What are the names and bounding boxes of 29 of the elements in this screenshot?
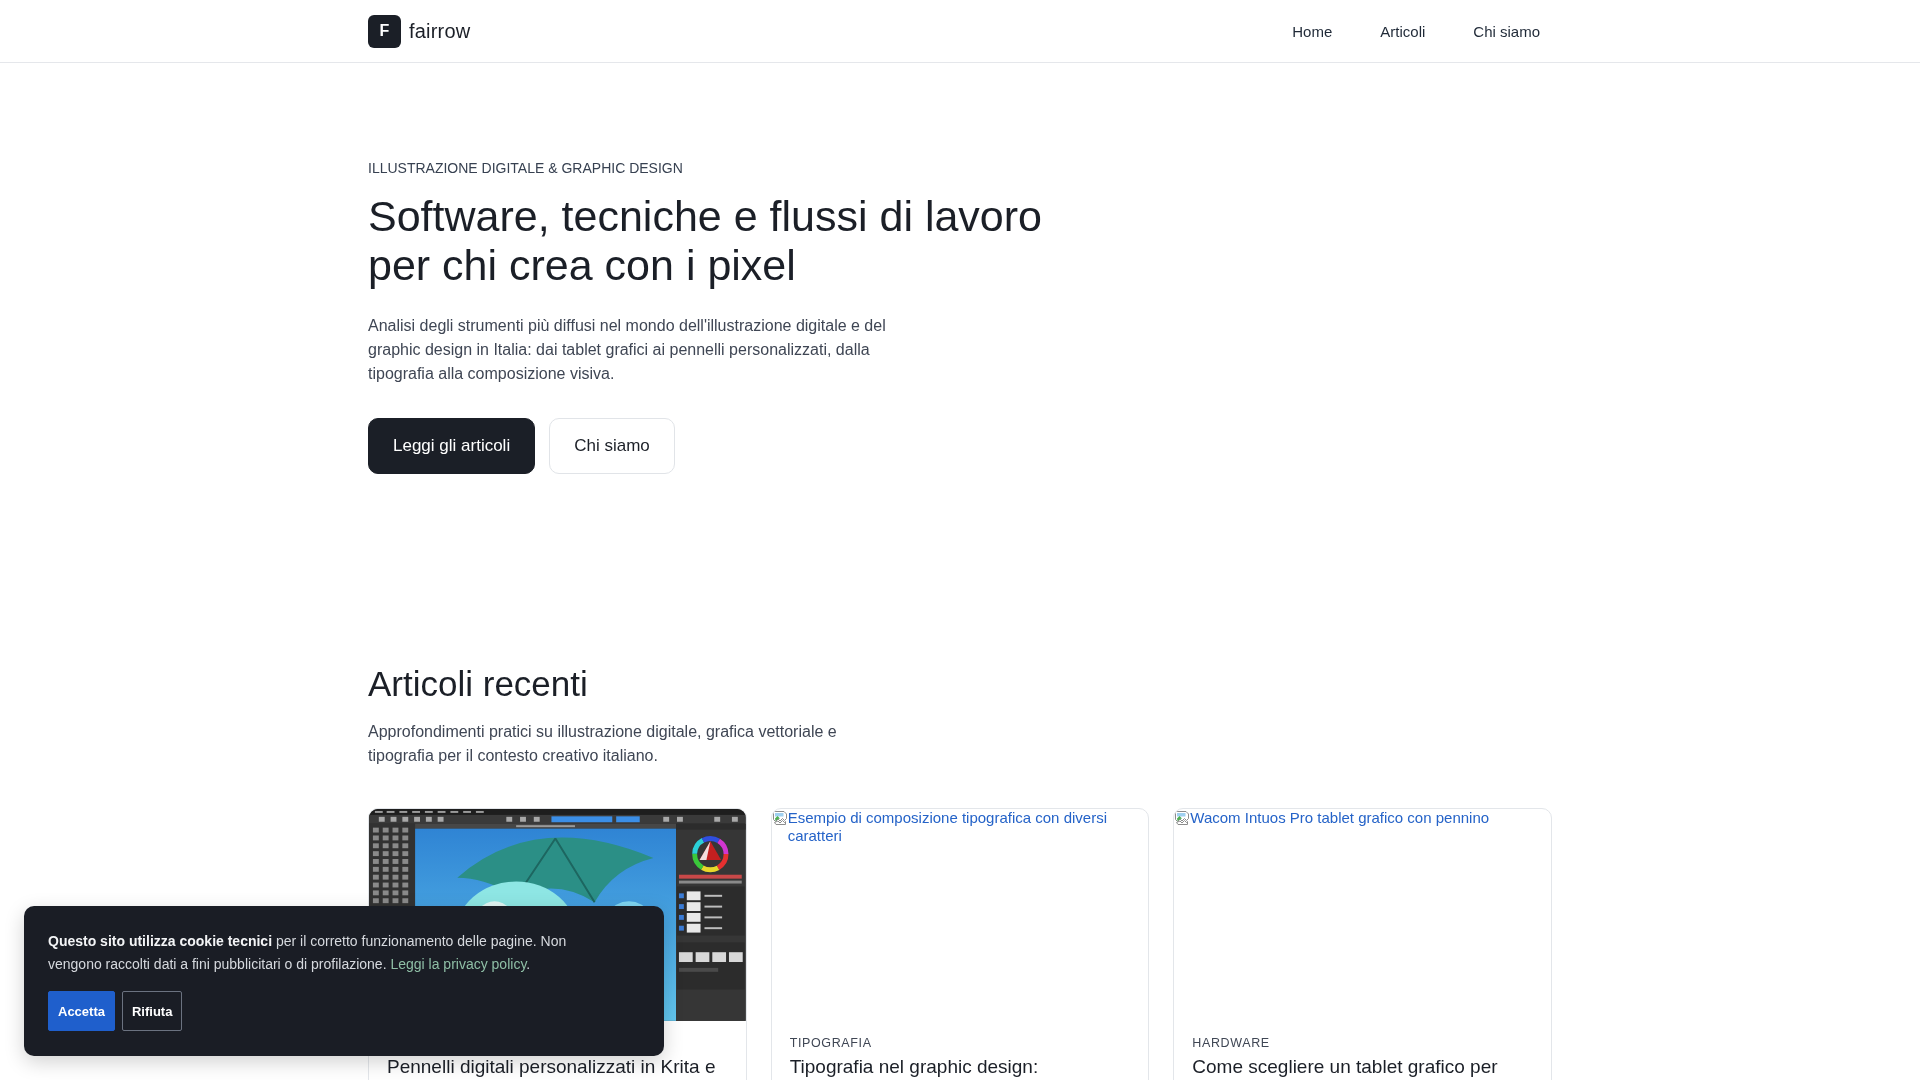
broken-image-icon — [771, 810, 788, 826]
logo-mark[interactable]: F — [368, 14, 401, 48]
hero-description: Analisi degli strumenti più diffusi nel mondo dell'illustrazione digitale e del graphic design in Italia: dai tablet grafici ai pennelli personalizzati, dalla tipografia alla composizione visiva. — [368, 316, 887, 384]
category-label: TIPOGRAFIA — [789, 1034, 873, 1051]
brush-presets-drawing — [677, 942, 745, 990]
image-alt-text: Wacom Intuos Pro tablet grafico con pennino — [1190, 809, 1490, 827]
section-title: Articoli recenti — [368, 663, 589, 705]
primary-button[interactable]: Leggi gli articoli — [368, 418, 536, 474]
nav-link[interactable]: Chi siamo — [1461, 14, 1552, 48]
article-title[interactable]: Pennelli digitali personalizzati in Krita e — [387, 1054, 728, 1078]
article-title[interactable]: Come scegliere un tablet grafico per — [1192, 1054, 1533, 1078]
article-card[interactable]: Wacom Intuos Pro tablet grafico con pennino HARDWARE Come scegliere un tablet grafico per — [1173, 808, 1552, 1080]
image-alt-text: Esempio di composizione tipografica con diversi caratteri — [787, 809, 1108, 845]
nav-link[interactable]: Home — [1280, 14, 1345, 48]
accept-button[interactable]: Accetta — [48, 991, 115, 1031]
article-card[interactable]: Esempio di composizione tipografica con diversi caratteri TIPOGRAFIA Tipografia nel graphic design: — [770, 808, 1150, 1080]
secondary-button[interactable]: Chi siamo — [549, 418, 675, 474]
section-description: Approfondimenti pratici su illustrazione digitale, grafica vettoriale e tipografia per il contesto creativo italiano. — [368, 722, 838, 766]
category-label: HARDWARE — [1192, 1034, 1271, 1051]
color-slider-drawing — [678, 874, 742, 884]
hero-title: Software, tecniche e flussi di lavoro per chi crea con i pixel — [368, 192, 1043, 290]
broken-image-icon — [1174, 810, 1191, 826]
eyebrow-text: ILLUSTRAZIONE DIGITALE & GRAPHIC DESIGN — [368, 159, 684, 178]
decline-button[interactable]: Rifiuta — [121, 991, 183, 1031]
nav-link[interactable]: Articoli — [1368, 14, 1438, 48]
article-title[interactable]: Tipografia nel graphic design: — [789, 1054, 1131, 1078]
layers-panel-drawing — [677, 886, 745, 936]
brand-name[interactable]: fairrow — [409, 19, 471, 43]
color-wheel-icon — [692, 835, 729, 873]
